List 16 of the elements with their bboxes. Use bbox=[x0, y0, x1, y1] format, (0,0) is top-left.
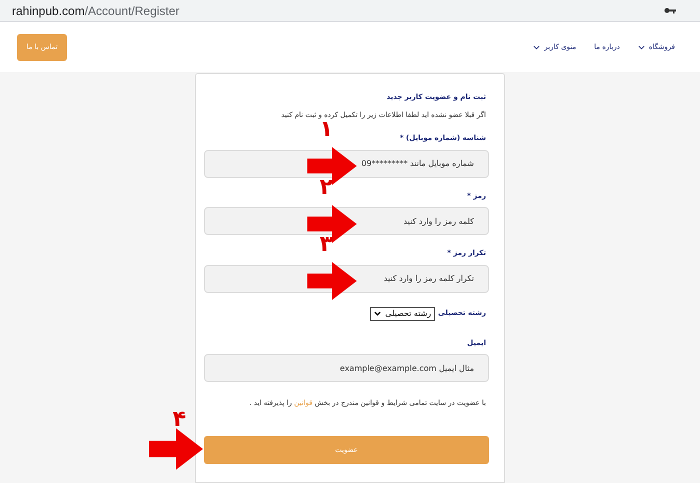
address-bar[interactable]: rahinpub.com/Account/Register bbox=[0, 0, 700, 22]
text-field[interactable]: شماره موبایل مانند *********09 bbox=[204, 150, 489, 178]
text-field[interactable]: تکرار کلمه رمز را وارد کنید bbox=[204, 264, 489, 292]
step-number: ۱ bbox=[320, 119, 333, 141]
step-number: ۴ bbox=[172, 408, 186, 430]
text-field[interactable]: مثال ایمیل example@example.com bbox=[204, 354, 489, 382]
chevron-down-icon bbox=[374, 311, 382, 316]
step-number: ۳ bbox=[320, 234, 333, 256]
study-field-dropdown[interactable]: رشته تحصیلی bbox=[370, 306, 436, 320]
url-text: rahinpub.com/Account/Register bbox=[12, 2, 180, 20]
chevron-down-icon bbox=[638, 44, 645, 50]
arrow-icon bbox=[149, 426, 203, 470]
chevron-down-icon bbox=[533, 44, 540, 50]
text-field[interactable]: کلمه رمز را وارد کنید bbox=[204, 207, 489, 235]
key-icon[interactable] bbox=[664, 7, 676, 14]
step-number: ۲ bbox=[320, 176, 333, 198]
